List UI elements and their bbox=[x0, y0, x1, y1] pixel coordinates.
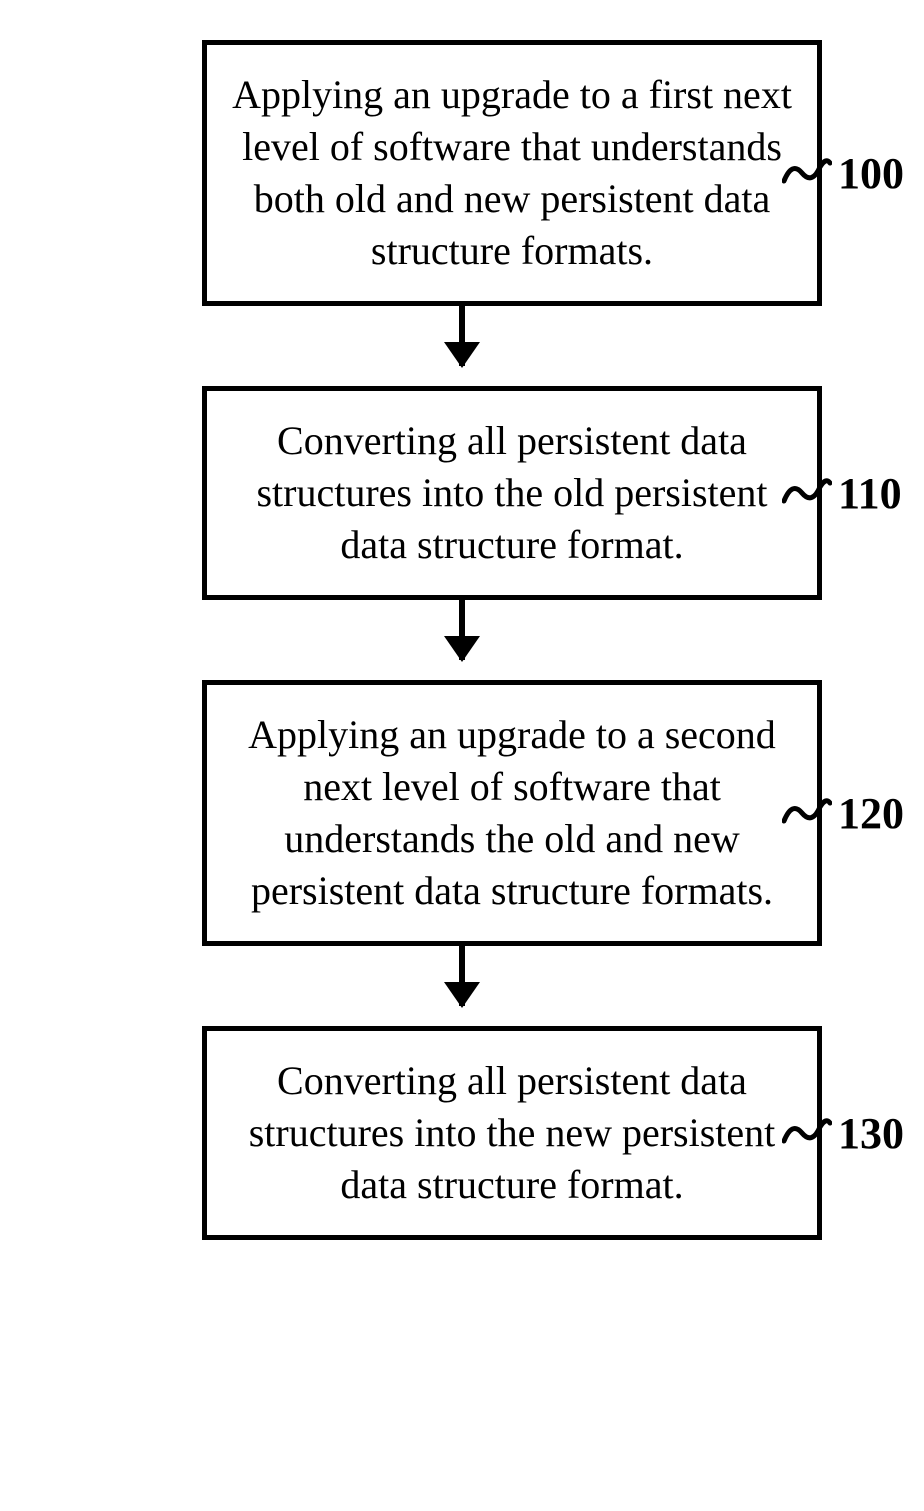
step-1-label: 100 bbox=[782, 148, 904, 199]
arrow-2 bbox=[459, 600, 465, 680]
step-4-label: 130 bbox=[782, 1108, 904, 1159]
tilde-icon bbox=[782, 793, 832, 833]
tilde-icon bbox=[782, 153, 832, 193]
step-1-label-text: 100 bbox=[838, 148, 904, 199]
step-3: Applying an upgrade to a second next lev… bbox=[102, 680, 822, 946]
tilde-icon bbox=[782, 1113, 832, 1153]
step-3-box: Applying an upgrade to a second next lev… bbox=[202, 680, 822, 946]
step-3-text: Applying an upgrade to a second next lev… bbox=[227, 709, 797, 917]
step-3-label-text: 120 bbox=[838, 788, 904, 839]
step-1-text: Applying an upgrade to a first next leve… bbox=[227, 69, 797, 277]
step-2-label-text: 110 bbox=[838, 468, 902, 519]
step-4-box: Converting all persistent data structure… bbox=[202, 1026, 822, 1240]
step-1-box: Applying an upgrade to a first next leve… bbox=[202, 40, 822, 306]
arrow-3 bbox=[459, 946, 465, 1026]
step-4-text: Converting all persistent data structure… bbox=[227, 1055, 797, 1211]
step-2: Converting all persistent data structure… bbox=[102, 386, 822, 600]
step-2-text: Converting all persistent data structure… bbox=[227, 415, 797, 571]
step-1: Applying an upgrade to a first next leve… bbox=[102, 40, 822, 306]
tilde-icon bbox=[782, 473, 832, 513]
step-2-label: 110 bbox=[782, 468, 902, 519]
flowchart: Applying an upgrade to a first next leve… bbox=[0, 0, 924, 1240]
step-3-label: 120 bbox=[782, 788, 904, 839]
step-2-box: Converting all persistent data structure… bbox=[202, 386, 822, 600]
step-4-label-text: 130 bbox=[838, 1108, 904, 1159]
step-4: Converting all persistent data structure… bbox=[102, 1026, 822, 1240]
arrow-1 bbox=[459, 306, 465, 386]
